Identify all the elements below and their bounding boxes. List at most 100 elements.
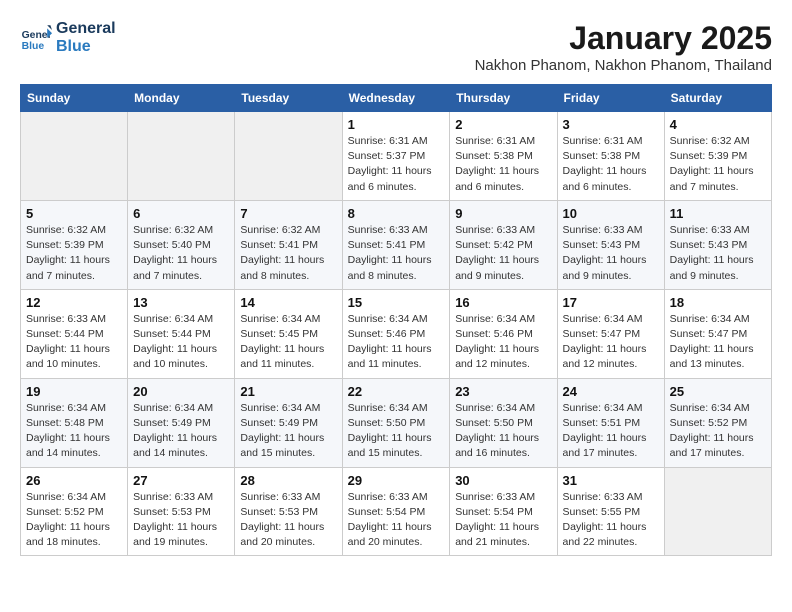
- day-info: Sunrise: 6:34 AMSunset: 5:47 PMDaylight:…: [670, 312, 766, 373]
- weekday-header-sunday: Sunday: [21, 85, 128, 112]
- location-subtitle: Nakhon Phanom, Nakhon Phanom, Thailand: [475, 57, 772, 74]
- day-number: 30: [455, 473, 551, 488]
- day-number: 18: [670, 295, 766, 310]
- calendar-cell: 12 Sunrise: 6:33 AMSunset: 5:44 PMDayligh…: [21, 289, 128, 378]
- calendar-cell: [235, 112, 342, 201]
- calendar-cell: 25 Sunrise: 6:34 AMSunset: 5:52 PMDayligh…: [664, 378, 771, 467]
- day-number: 3: [563, 117, 659, 132]
- calendar-cell: 15Sunrise: 6:34 AMSunset: 5:46 PMDayligh…: [342, 289, 450, 378]
- day-info: Sunrise: 6:34 AMSunset: 5:50 PMDaylight:…: [348, 401, 445, 462]
- day-number: 2: [455, 117, 551, 132]
- day-info: Sunrise: 6:31 AMSunset: 5:38 PMDaylight:…: [563, 134, 659, 195]
- calendar-cell: 8 Sunrise: 6:33 AMSunset: 5:41 PMDaylight…: [342, 200, 450, 289]
- day-number: 11: [670, 206, 766, 221]
- weekday-header-row: SundayMondayTuesdayWednesdayThursdayFrid…: [21, 85, 772, 112]
- day-info: Sunrise: 6:34 AMSunset: 5:52 PMDaylight:…: [670, 401, 766, 462]
- logo-icon: General Blue: [20, 22, 52, 54]
- day-info: Sunrise: 6:32 AMSunset: 5:39 PMDaylight:…: [26, 223, 122, 284]
- week-row-2: 5 Sunrise: 6:32 AMSunset: 5:39 PMDaylight…: [21, 200, 772, 289]
- calendar-cell: 22 Sunrise: 6:34 AMSunset: 5:50 PMDayligh…: [342, 378, 450, 467]
- day-info: Sunrise: 6:33 AMSunset: 5:54 PMDaylight:…: [348, 490, 445, 551]
- day-number: 20: [133, 384, 229, 399]
- calendar-cell: 4 Sunrise: 6:32 AMSunset: 5:39 PMDaylight…: [664, 112, 771, 201]
- week-row-4: 19Sunrise: 6:34 AMSunset: 5:48 PMDayligh…: [21, 378, 772, 467]
- calendar-cell: 16 Sunrise: 6:34 AMSunset: 5:46 PMDayligh…: [450, 289, 557, 378]
- weekday-header-monday: Monday: [128, 85, 235, 112]
- day-number: 13: [133, 295, 229, 310]
- day-number: 4: [670, 117, 766, 132]
- week-row-5: 26 Sunrise: 6:34 AMSunset: 5:52 PMDayligh…: [21, 467, 772, 556]
- day-number: 22: [348, 384, 445, 399]
- calendar-cell: 20 Sunrise: 6:34 AMSunset: 5:49 PMDayligh…: [128, 378, 235, 467]
- logo-blue: Blue: [56, 38, 116, 56]
- calendar-cell: 17Sunrise: 6:34 AMSunset: 5:47 PMDayligh…: [557, 289, 664, 378]
- calendar-cell: [21, 112, 128, 201]
- calendar-cell: 29 Sunrise: 6:33 AMSunset: 5:54 PMDayligh…: [342, 467, 450, 556]
- calendar-cell: 7 Sunrise: 6:32 AMSunset: 5:41 PMDaylight…: [235, 200, 342, 289]
- calendar-cell: 9Sunrise: 6:33 AMSunset: 5:42 PMDaylight…: [450, 200, 557, 289]
- day-info: Sunrise: 6:32 AMSunset: 5:41 PMDaylight:…: [240, 223, 336, 284]
- calendar-cell: 1Sunrise: 6:31 AMSunset: 5:37 PMDaylight…: [342, 112, 450, 201]
- day-number: 21: [240, 384, 336, 399]
- week-row-3: 12 Sunrise: 6:33 AMSunset: 5:44 PMDayligh…: [21, 289, 772, 378]
- calendar-cell: 23Sunrise: 6:34 AMSunset: 5:50 PMDayligh…: [450, 378, 557, 467]
- calendar-cell: 6 Sunrise: 6:32 AMSunset: 5:40 PMDaylight…: [128, 200, 235, 289]
- calendar-cell: 13 Sunrise: 6:34 AMSunset: 5:44 PMDayligh…: [128, 289, 235, 378]
- day-info: Sunrise: 6:33 AMSunset: 5:43 PMDaylight:…: [563, 223, 659, 284]
- day-number: 1: [348, 117, 445, 132]
- calendar-cell: [128, 112, 235, 201]
- logo: General Blue General Blue: [20, 20, 116, 55]
- calendar-cell: 2 Sunrise: 6:31 AMSunset: 5:38 PMDaylight…: [450, 112, 557, 201]
- calendar-cell: 28Sunrise: 6:33 AMSunset: 5:53 PMDayligh…: [235, 467, 342, 556]
- weekday-header-thursday: Thursday: [450, 85, 557, 112]
- calendar-cell: 26 Sunrise: 6:34 AMSunset: 5:52 PMDayligh…: [21, 467, 128, 556]
- day-number: 14: [240, 295, 336, 310]
- day-info: Sunrise: 6:34 AMSunset: 5:51 PMDaylight:…: [563, 401, 659, 462]
- day-info: Sunrise: 6:32 AMSunset: 5:39 PMDaylight:…: [670, 134, 766, 195]
- day-info: Sunrise: 6:33 AMSunset: 5:42 PMDaylight:…: [455, 223, 551, 284]
- day-info: Sunrise: 6:34 AMSunset: 5:49 PMDaylight:…: [133, 401, 229, 462]
- calendar-cell: 11Sunrise: 6:33 AMSunset: 5:43 PMDayligh…: [664, 200, 771, 289]
- day-info: Sunrise: 6:33 AMSunset: 5:44 PMDaylight:…: [26, 312, 122, 373]
- day-info: Sunrise: 6:31 AMSunset: 5:38 PMDaylight:…: [455, 134, 551, 195]
- day-info: Sunrise: 6:33 AMSunset: 5:54 PMDaylight:…: [455, 490, 551, 551]
- day-number: 7: [240, 206, 336, 221]
- calendar-cell: [664, 467, 771, 556]
- weekday-header-saturday: Saturday: [664, 85, 771, 112]
- calendar-cell: 27Sunrise: 6:33 AMSunset: 5:53 PMDayligh…: [128, 467, 235, 556]
- day-number: 16: [455, 295, 551, 310]
- day-number: 12: [26, 295, 122, 310]
- day-number: 5: [26, 206, 122, 221]
- day-number: 26: [26, 473, 122, 488]
- day-info: Sunrise: 6:34 AMSunset: 5:47 PMDaylight:…: [563, 312, 659, 373]
- page-header: General Blue General Blue January 2025 N…: [20, 20, 772, 74]
- day-info: Sunrise: 6:34 AMSunset: 5:49 PMDaylight:…: [240, 401, 336, 462]
- day-number: 19: [26, 384, 122, 399]
- day-info: Sunrise: 6:34 AMSunset: 5:52 PMDaylight:…: [26, 490, 122, 551]
- day-number: 10: [563, 206, 659, 221]
- day-info: Sunrise: 6:33 AMSunset: 5:53 PMDaylight:…: [240, 490, 336, 551]
- calendar-table: SundayMondayTuesdayWednesdayThursdayFrid…: [20, 84, 772, 556]
- calendar-cell: 10 Sunrise: 6:33 AMSunset: 5:43 PMDayligh…: [557, 200, 664, 289]
- day-number: 25: [670, 384, 766, 399]
- calendar-cell: 30 Sunrise: 6:33 AMSunset: 5:54 PMDayligh…: [450, 467, 557, 556]
- day-info: Sunrise: 6:34 AMSunset: 5:46 PMDaylight:…: [455, 312, 551, 373]
- calendar-cell: 24Sunrise: 6:34 AMSunset: 5:51 PMDayligh…: [557, 378, 664, 467]
- day-number: 8: [348, 206, 445, 221]
- calendar-cell: 14 Sunrise: 6:34 AMSunset: 5:45 PMDayligh…: [235, 289, 342, 378]
- day-number: 15: [348, 295, 445, 310]
- weekday-header-friday: Friday: [557, 85, 664, 112]
- day-info: Sunrise: 6:33 AMSunset: 5:53 PMDaylight:…: [133, 490, 229, 551]
- day-info: Sunrise: 6:34 AMSunset: 5:45 PMDaylight:…: [240, 312, 336, 373]
- calendar-cell: 31 Sunrise: 6:33 AMSunset: 5:55 PMDayligh…: [557, 467, 664, 556]
- logo-general: General: [56, 20, 116, 38]
- day-info: Sunrise: 6:32 AMSunset: 5:40 PMDaylight:…: [133, 223, 229, 284]
- day-info: Sunrise: 6:33 AMSunset: 5:55 PMDaylight:…: [563, 490, 659, 551]
- calendar-cell: 5 Sunrise: 6:32 AMSunset: 5:39 PMDaylight…: [21, 200, 128, 289]
- day-number: 31: [563, 473, 659, 488]
- day-info: Sunrise: 6:33 AMSunset: 5:41 PMDaylight:…: [348, 223, 445, 284]
- day-number: 6: [133, 206, 229, 221]
- day-info: Sunrise: 6:34 AMSunset: 5:44 PMDaylight:…: [133, 312, 229, 373]
- day-number: 29: [348, 473, 445, 488]
- month-title: January 2025: [475, 20, 772, 57]
